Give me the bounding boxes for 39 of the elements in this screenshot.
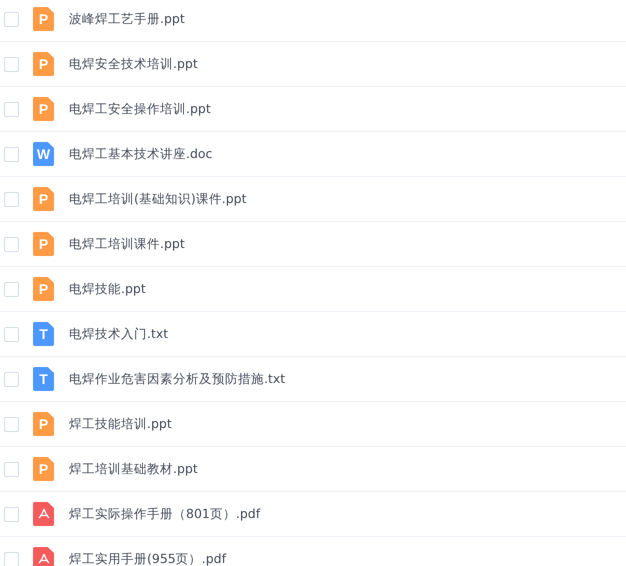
checkbox[interactable]: [4, 372, 19, 386]
file-name[interactable]: 焊工培训基础教材.ppt: [69, 460, 198, 478]
presentation-file-icon: P: [33, 457, 54, 481]
presentation-file-icon: P: [33, 52, 54, 76]
file-name[interactable]: 电焊技术入门.txt: [69, 326, 168, 342]
checkbox[interactable]: [4, 416, 19, 432]
file-name[interactable]: 电焊工基本技术讲座.doc: [69, 146, 212, 162]
file-name[interactable]: 电焊工安全操作培训.ppt: [69, 100, 211, 118]
presentation-file-icon: P: [33, 232, 54, 256]
presentation-file-icon: P: [33, 97, 54, 121]
checkbox[interactable]: [4, 282, 19, 296]
file-name[interactable]: 电焊安全技术培训.ppt: [69, 56, 198, 72]
presentation-file-icon: P: [33, 277, 54, 301]
checkbox[interactable]: [4, 506, 19, 522]
pdf-file-icon: [33, 547, 54, 566]
file-name[interactable]: 电焊工培训(基础知识)课件.ppt: [69, 190, 246, 208]
file-name[interactable]: 波峰焊工艺手册.ppt: [69, 10, 185, 28]
checkbox[interactable]: [4, 326, 19, 342]
presentation-file-icon: P: [33, 7, 54, 31]
file-name[interactable]: 焊工实际操作手册（801页）.pdf: [69, 506, 260, 522]
checkbox[interactable]: [4, 236, 19, 252]
checkbox[interactable]: [4, 12, 19, 26]
file-name[interactable]: 电焊工培训课件.ppt: [69, 236, 185, 252]
file-name[interactable]: 焊工技能培训.ppt: [69, 416, 172, 432]
checkbox[interactable]: [4, 56, 19, 72]
checkbox[interactable]: [4, 552, 19, 566]
checkbox[interactable]: [4, 462, 19, 476]
text-file-icon: T: [33, 322, 54, 346]
pdf-file-icon: [33, 502, 54, 526]
file-name[interactable]: 电焊技能.ppt: [69, 280, 146, 298]
text-file-icon: T: [33, 367, 54, 391]
file-name[interactable]: 电焊作业危害因素分析及预防措施.txt: [69, 370, 286, 388]
checkbox[interactable]: [4, 102, 19, 116]
document-file-icon: W: [33, 142, 54, 166]
presentation-file-icon: P: [33, 187, 54, 211]
presentation-file-icon: P: [33, 412, 54, 436]
file-name[interactable]: 焊工实用手册(955页）.pdf: [69, 550, 226, 566]
checkbox[interactable]: [4, 146, 19, 162]
checkbox[interactable]: [4, 192, 19, 206]
